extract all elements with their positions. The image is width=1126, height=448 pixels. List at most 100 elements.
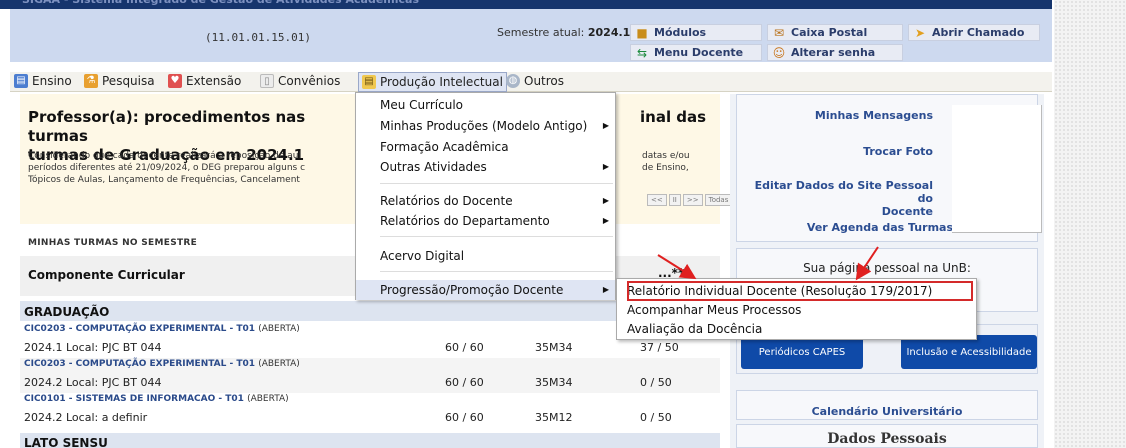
progressao-submenu: Relatório Individual Docente (Resolução … — [616, 278, 977, 340]
page-background-pattern — [1054, 0, 1126, 448]
notice-tail-2: de Ensino, — [642, 163, 689, 173]
course-hours: 60 / 60 — [445, 376, 484, 389]
unit-code: (11.01.01.15.01) — [205, 31, 311, 44]
personal-page-label: Sua página pessoal na UnB: — [803, 261, 971, 275]
submenu-arrow-icon: ▶ — [602, 285, 609, 294]
course-name[interactable]: CIC0203 - COMPUTAÇÃO EXPERIMENTAL - T01 — [24, 324, 255, 334]
menu-item-relatorios-docente[interactable]: Relatórios do Docente ▶ — [356, 191, 615, 211]
course-location: 2024.1 Local: PJC BT 044 — [24, 341, 162, 354]
capes-journals-button[interactable]: Periódicos CAPES — [741, 335, 863, 369]
edit-site-line2: Docente — [881, 205, 933, 218]
edit-site-line1: Editar Dados do Site Pessoal do — [754, 179, 933, 205]
submenu-arrow-icon: ▶ — [602, 121, 609, 130]
ticket-icon: ➤ — [914, 25, 926, 40]
course-name[interactable]: CIC0101 - SISTEMAS DE INFORMACAO - T01 — [24, 394, 244, 404]
flask-icon: ⚗ — [84, 74, 98, 88]
submenu-arrow-icon: ▶ — [602, 196, 609, 205]
menu-item-relatorios-departamento[interactable]: Relatórios do Departamento ▶ — [356, 211, 615, 231]
menu-pesquisa-label: Pesquisa — [102, 74, 155, 88]
menu-extensao[interactable]: ♥ Extensão — [168, 74, 241, 88]
course-schedule: 35M34 — [535, 376, 573, 389]
menu-item-formacao-academica[interactable]: Formação Acadêmica — [356, 137, 615, 157]
notice-title-tail: inal das — [640, 108, 707, 126]
menu-item-label: Avaliação da Docência — [627, 322, 763, 336]
menu-convenios[interactable]: ▯ Convênios — [260, 74, 340, 88]
modules-button[interactable]: ■ Módulos — [630, 24, 762, 41]
password-label: Alterar senha — [791, 46, 876, 59]
menu-item-progressao-promocao[interactable]: Progressão/Promoção Docente ▶ — [356, 280, 615, 300]
menu-item-acompanhar-processos[interactable]: Acompanhar Meus Processos — [617, 300, 976, 320]
profile-links-box: Minhas Mensagens Trocar Foto Editar Dado… — [736, 94, 1042, 242]
notice-line-1: Considerando que cada docente realizará … — [28, 151, 301, 161]
mailbox-label: Caixa Postal — [791, 26, 868, 39]
menu-producao-label: Produção Intelectual — [380, 75, 503, 89]
menu-item-label: Outras Atividades — [380, 160, 487, 174]
menu-item-label: Progressão/Promoção Docente — [380, 283, 564, 297]
profile-photo — [952, 105, 1042, 233]
course-status: (ABERTA) — [258, 359, 300, 369]
modules-icon: ■ — [636, 25, 648, 40]
notice-pager: << II >> Todas — [647, 194, 733, 206]
menu-ensino[interactable]: ▤ Ensino — [14, 74, 72, 88]
menu-outros[interactable]: ◍ Outros — [506, 74, 564, 88]
password-icon: ☺ — [772, 45, 786, 60]
course-hours: 60 / 60 — [445, 411, 484, 424]
course-status: (ABERTA) — [247, 394, 289, 404]
menu-pesquisa[interactable]: ⚗ Pesquisa — [84, 74, 155, 88]
menu-item-avaliacao-docencia[interactable]: Avaliação da Docência — [617, 319, 976, 339]
change-photo-link[interactable]: Trocar Foto — [757, 145, 933, 158]
notebook-icon: ▤ — [362, 75, 376, 89]
pager-pause[interactable]: II — [668, 194, 681, 206]
class-schedule-link[interactable]: Ver Agenda das Turmas — [757, 221, 953, 234]
menu-producao-intelectual[interactable]: ▤ Produção Intelectual — [358, 72, 507, 92]
pager-first[interactable]: << — [647, 194, 667, 206]
change-password-button[interactable]: ☺ Alterar senha — [767, 44, 903, 61]
personal-data-heading: Dados Pessoais — [736, 424, 1038, 448]
table-row: CIC0101 - SISTEMAS DE INFORMACAO - T01 (… — [20, 393, 720, 428]
notice-line-2: períodos diferentes até 21/09/2024, o DE… — [28, 163, 306, 173]
edit-personal-site-link[interactable]: Editar Dados do Site Pessoal do Docente — [743, 179, 933, 218]
course-link[interactable]: CIC0203 - COMPUTAÇÃO EXPERIMENTAL - T01 … — [24, 324, 300, 334]
mailbox-icon: ✉ — [773, 25, 785, 40]
group-lato-sensu: LATO SENSU — [20, 433, 720, 448]
menu-convenios-label: Convênios — [278, 74, 341, 88]
menu-item-label: Meu Currículo — [380, 98, 464, 112]
table-row: CIC0203 - COMPUTAÇÃO EXPERIMENTAL - T01 … — [20, 358, 720, 393]
semester-value: 2024.1 — [587, 26, 631, 39]
group-graduacao: GRADUAÇÃO — [20, 301, 720, 321]
pager-next[interactable]: >> — [682, 194, 703, 206]
course-seats: 0 / 50 — [640, 411, 672, 424]
menu-item-minhas-producoes[interactable]: Minhas Produções (Modelo Antigo) ▶ — [356, 116, 615, 136]
course-seats: 37 / 50 — [640, 341, 679, 354]
notice-tail-1: datas e/ou — [642, 151, 690, 161]
col-componente-curricular: Componente Curricular — [28, 268, 185, 282]
book-icon: ▤ — [14, 74, 28, 88]
menu-item-label: Acompanhar Meus Processos — [627, 303, 802, 317]
pager-all[interactable]: Todas — [704, 194, 733, 206]
mailbox-button[interactable]: ✉ Caixa Postal — [767, 24, 903, 41]
my-messages-link[interactable]: Minhas Mensagens — [757, 109, 933, 122]
course-name[interactable]: CIC0203 - COMPUTAÇÃO EXPERIMENTAL - T01 — [24, 359, 255, 369]
teacher-menu-icon: ⇆ — [636, 45, 648, 60]
course-link[interactable]: CIC0203 - COMPUTAÇÃO EXPERIMENTAL - T01 … — [24, 359, 300, 369]
menu-item-meu-curriculo[interactable]: Meu Currículo — [356, 95, 615, 115]
teacher-menu-label: Menu Docente — [654, 46, 744, 59]
menu-item-acervo-digital[interactable]: Acervo Digital — [356, 246, 615, 266]
sigaa-teacher-portal: SIGAA - Sistema Integrado de Gestão de A… — [0, 0, 1126, 448]
menu-divider — [380, 183, 613, 184]
inclusion-accessibility-button[interactable]: Inclusão e Acessibilidade — [901, 335, 1037, 369]
menu-outros-label: Outros — [524, 74, 565, 88]
submenu-arrow-icon: ▶ — [602, 216, 609, 225]
open-ticket-button[interactable]: ➤ Abrir Chamado — [908, 24, 1040, 41]
teacher-menu-button[interactable]: ⇆ Menu Docente — [630, 44, 762, 61]
course-schedule: 35M34 — [535, 341, 573, 354]
producao-dropdown-menu: Meu Currículo Minhas Produções (Modelo A… — [355, 92, 616, 300]
ticket-label: Abrir Chamado — [932, 26, 1025, 39]
banner-text: SIGAA - Sistema Integrado de Gestão de A… — [22, 0, 419, 6]
highlight-box — [627, 281, 973, 301]
course-schedule: 35M12 — [535, 411, 573, 424]
table-row: CIC0203 - COMPUTAÇÃO EXPERIMENTAL - T01 … — [20, 323, 720, 358]
course-link[interactable]: CIC0101 - SISTEMAS DE INFORMACAO - T01 (… — [24, 394, 289, 404]
academic-calendar-link[interactable]: Calendário Universitário — [736, 390, 1038, 420]
menu-item-outras-atividades[interactable]: Outras Atividades ▶ — [356, 157, 615, 177]
